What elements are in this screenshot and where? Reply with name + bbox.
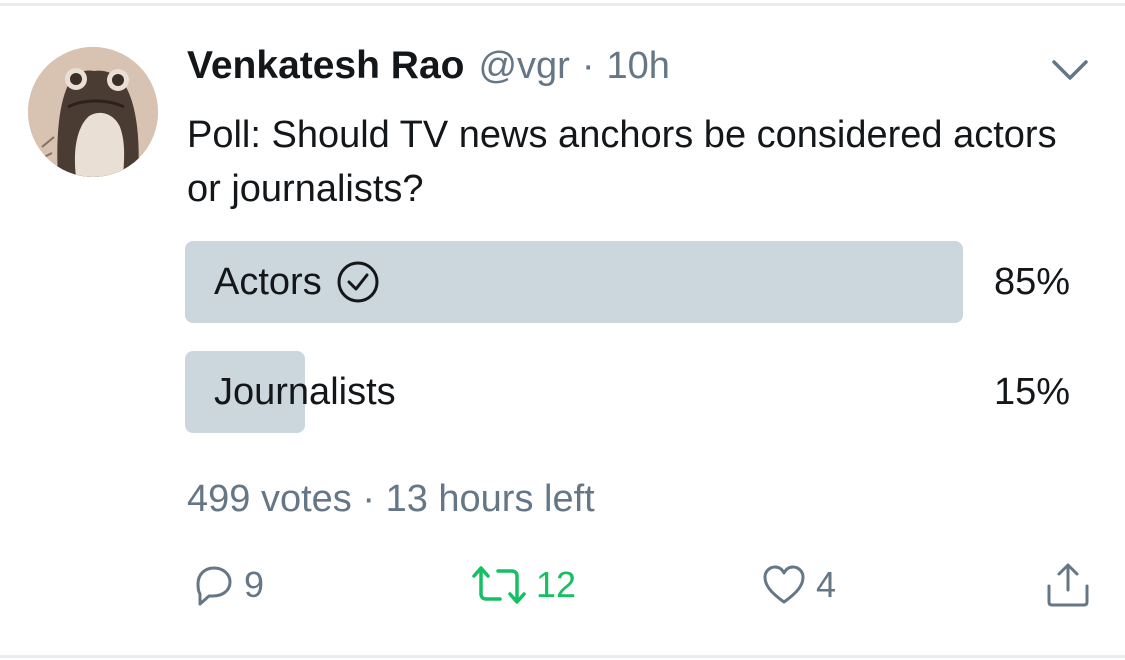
share-icon <box>1047 563 1089 607</box>
bottom-divider <box>0 655 1125 658</box>
tweet-timestamp[interactable]: 10h <box>607 45 670 88</box>
like-button[interactable]: 4 <box>760 560 836 610</box>
check-circle-icon <box>337 261 379 303</box>
tweet-header: Venkatesh Rao @vgr · 10h <box>187 44 670 94</box>
avatar[interactable] <box>28 47 158 177</box>
retweet-button[interactable]: 12 <box>470 560 576 610</box>
poll-option-label: Journalists <box>214 370 396 413</box>
reply-icon <box>196 566 232 606</box>
poll-meta-separator: · <box>362 478 376 520</box>
heart-icon <box>763 565 805 604</box>
poll-time-left: 13 hours left <box>385 478 595 520</box>
chevron-down-icon <box>1052 60 1088 80</box>
poll-option-journalists[interactable]: Journalists 15% <box>185 351 1075 433</box>
poll-option-percent: 85% <box>993 260 1070 303</box>
reply-button[interactable]: 9 <box>190 560 264 610</box>
poll-meta: 499 votes · 13 hours left <box>187 478 595 521</box>
header-separator: · <box>581 45 595 87</box>
poll-votes: 499 votes <box>187 478 352 520</box>
poll-option-actors[interactable]: Actors 85% <box>185 241 1075 323</box>
author-handle[interactable]: @vgr <box>478 45 569 88</box>
author-name[interactable]: Venkatesh Rao <box>187 44 464 88</box>
top-divider <box>0 3 1125 6</box>
reply-count: 9 <box>244 564 265 605</box>
tweet-menu-button[interactable] <box>1050 56 1090 86</box>
retweet-icon <box>472 566 526 604</box>
poll-option-percent: 15% <box>993 370 1070 413</box>
tweet-text: Poll: Should TV news anchors be consider… <box>187 114 1057 210</box>
poll-option-label: Actors <box>214 260 322 303</box>
like-count: 4 <box>816 564 837 605</box>
share-button[interactable] <box>1043 560 1093 610</box>
retweet-count: 12 <box>536 564 577 605</box>
frog-avatar-icon <box>28 47 158 177</box>
